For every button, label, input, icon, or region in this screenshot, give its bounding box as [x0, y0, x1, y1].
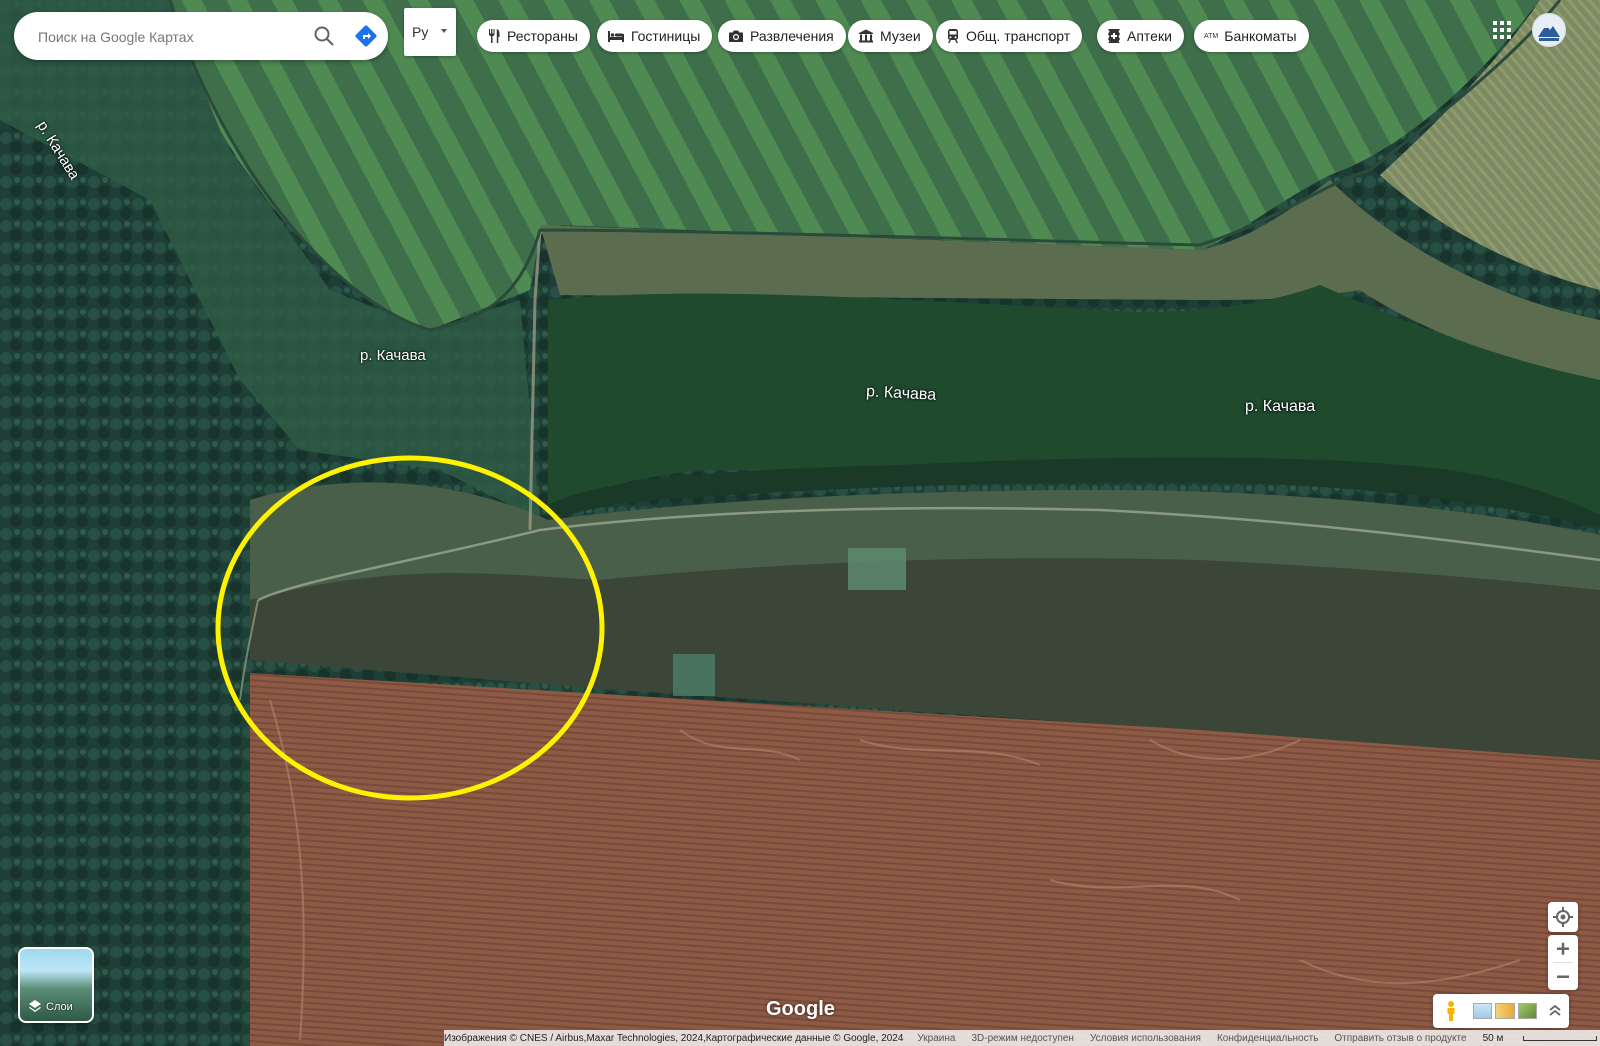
map-type-satellite-icon[interactable] [1517, 1003, 1537, 1019]
plus-icon [1557, 942, 1569, 955]
chip-hotels[interactable]: Гостиницы [597, 20, 713, 52]
chip-atms[interactable]: ATM Банкоматы [1194, 20, 1309, 52]
scale-bar [1523, 1035, 1598, 1041]
chip-label: Общ. транспорт [966, 28, 1071, 44]
search-input[interactable] [36, 12, 290, 62]
chip-entertainment[interactable]: Развлечения [718, 20, 846, 52]
search-box [14, 12, 388, 62]
map-type-thumbnails[interactable] [1473, 1003, 1537, 1019]
chip-label: Музеи [880, 28, 921, 44]
chip-label: Банкоматы [1224, 28, 1297, 44]
highlight-ellipse [215, 455, 605, 801]
chip-museums[interactable]: Музеи [848, 20, 933, 52]
search-icon[interactable] [312, 24, 336, 48]
chip-label: Рестораны [507, 28, 578, 44]
camera-icon [729, 30, 743, 42]
minus-icon [1557, 975, 1569, 978]
3d-mode-status: 3D-режим недоступен [971, 1032, 1074, 1044]
fork-knife-icon [489, 29, 500, 43]
imagery-attribution: Изображения © CNES / Airbus,Maxar Techno… [444, 1032, 904, 1044]
terms-link[interactable]: Условия использования [1090, 1033, 1201, 1044]
map-type-terrain-icon[interactable] [1473, 1003, 1493, 1019]
locate-icon [1553, 907, 1573, 927]
zoom-out-button[interactable] [1548, 963, 1578, 990]
google-logo: Google [766, 998, 835, 1020]
layers-icon [29, 1000, 41, 1012]
river-label-left: р. Качава [360, 347, 426, 364]
chevron-down-icon [441, 29, 447, 33]
chip-restaurants[interactable]: Рестораны [477, 20, 590, 52]
chip-label: Развлечения [750, 28, 834, 44]
museum-icon [859, 29, 873, 43]
river-label-right: р. Качава [1245, 398, 1316, 415]
pegman-icon [1447, 1001, 1455, 1021]
chip-label: Гостиницы [631, 28, 701, 44]
bed-icon [608, 31, 624, 42]
expand-button[interactable] [1545, 1001, 1565, 1021]
pharmacy-icon [1108, 29, 1120, 43]
feedback-link[interactable]: Отправить отзыв о продукте [1334, 1033, 1466, 1044]
apps-grid-icon[interactable] [1490, 18, 1514, 42]
language-value: Ру [412, 24, 429, 40]
river-label-center: р. Качава [865, 383, 937, 404]
zoom-in-button[interactable] [1548, 935, 1578, 962]
atm-icon: ATM [1204, 32, 1219, 40]
scale-indicator[interactable]: 50 м [1483, 1033, 1600, 1044]
layers-button[interactable]: Слои [18, 947, 94, 1023]
bottom-controls-panel [1433, 994, 1569, 1028]
chip-transit[interactable]: Общ. транспорт [936, 20, 1083, 52]
language-selector[interactable]: Ру [404, 8, 456, 56]
my-location-button[interactable] [1548, 902, 1578, 932]
pegman-button[interactable] [1439, 999, 1463, 1023]
scale-label: 50 м [1482, 1032, 1504, 1044]
privacy-link[interactable]: Конфиденциальность [1217, 1033, 1318, 1044]
train-icon [948, 29, 958, 43]
chevron-up-icon [1549, 1004, 1561, 1016]
zoom-control [1548, 935, 1578, 990]
directions-icon[interactable] [354, 24, 378, 48]
chip-pharmacies[interactable]: Аптеки [1097, 20, 1184, 52]
avatar[interactable] [1532, 13, 1566, 47]
country-link[interactable]: Украина [917, 1033, 955, 1044]
map-type-traffic-icon[interactable] [1495, 1003, 1515, 1019]
chip-label: Аптеки [1127, 28, 1172, 44]
layers-label: Слои [46, 1001, 73, 1013]
footer-bar: Изображения © CNES / Airbus,Maxar Techno… [444, 1030, 1600, 1046]
